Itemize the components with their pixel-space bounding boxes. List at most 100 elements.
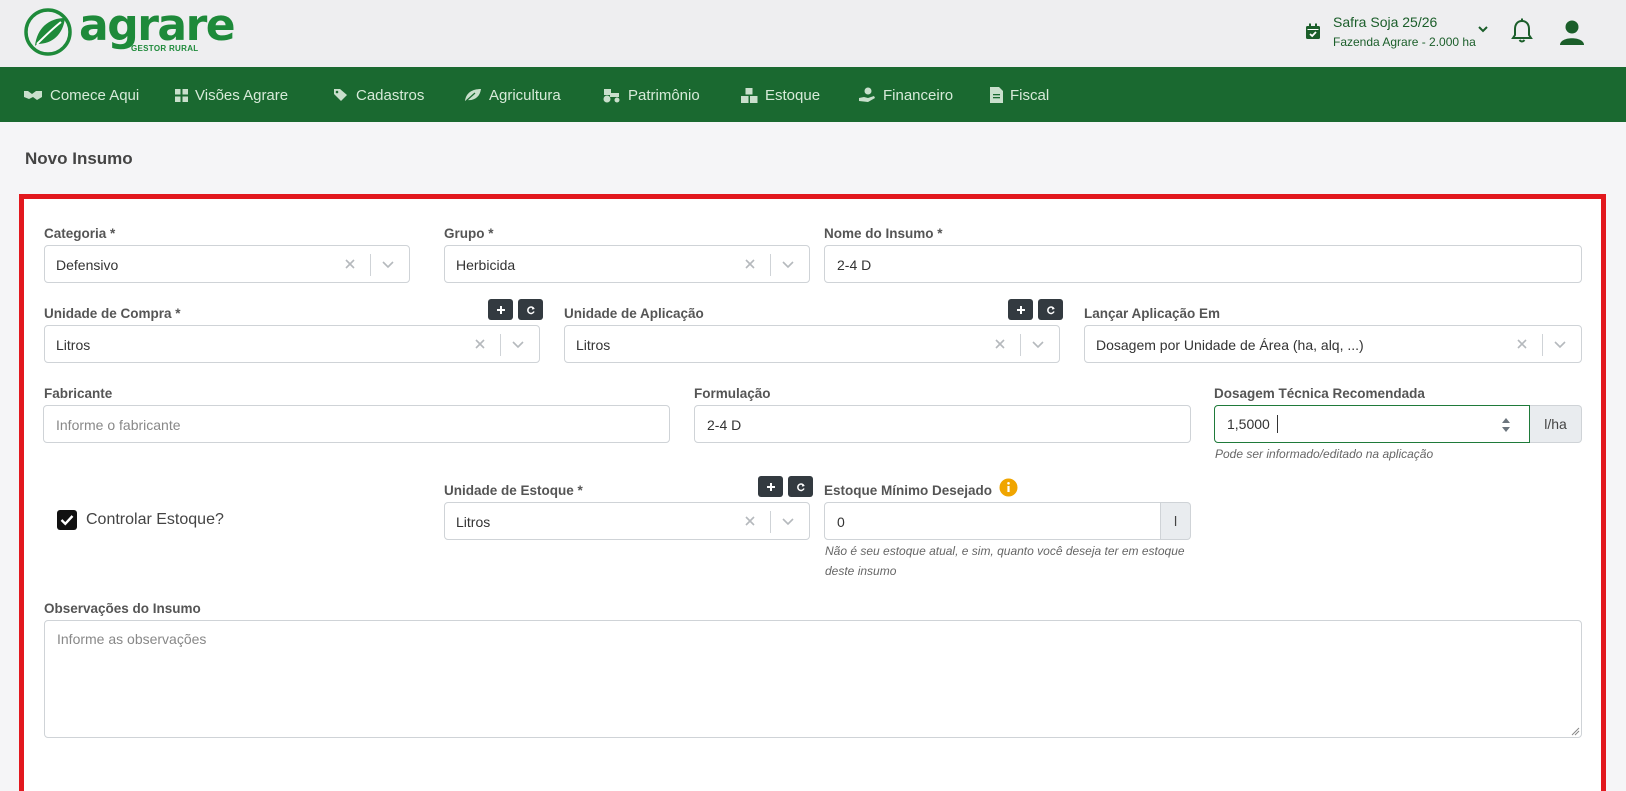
nav-item-comece-aqui[interactable]: Comece Aqui bbox=[23, 85, 139, 105]
select-separator bbox=[770, 254, 771, 276]
fabricante-input[interactable]: Informe o fabricante bbox=[43, 405, 670, 443]
refresh-unidade-compra-button[interactable] bbox=[518, 299, 543, 320]
tags-icon bbox=[334, 89, 347, 101]
fabricante-placeholder: Informe o fabricante bbox=[56, 417, 181, 433]
estoque-minimo-unit: l bbox=[1161, 502, 1191, 540]
plus-icon bbox=[1016, 305, 1025, 314]
unidade-aplicacao-value: Litros bbox=[576, 337, 611, 353]
lancar-aplicacao-label: Lançar Aplicação Em bbox=[1084, 306, 1221, 321]
estoque-minimo-label: Estoque Mínimo Desejado bbox=[824, 483, 993, 498]
select-separator bbox=[500, 334, 501, 356]
page-title: Novo Insumo bbox=[25, 149, 133, 168]
season-title: Safra Soja 25/26 bbox=[1333, 14, 1438, 30]
bell-icon[interactable] bbox=[1510, 18, 1534, 44]
info-icon[interactable] bbox=[999, 478, 1018, 497]
unidade-aplicacao-select[interactable]: Litros bbox=[564, 325, 1060, 363]
observacoes-label: Observações do Insumo bbox=[44, 601, 201, 616]
refresh-icon bbox=[796, 482, 805, 491]
nome-insumo-value: 2-4 D bbox=[837, 257, 872, 273]
refresh-icon bbox=[526, 305, 535, 314]
clear-icon[interactable] bbox=[471, 335, 489, 353]
observacoes-textarea[interactable]: Informe as observações bbox=[44, 620, 1582, 738]
nav-item-label: Comece Aqui bbox=[50, 86, 140, 104]
chevron-down-icon[interactable] bbox=[1029, 335, 1047, 353]
add-unidade-compra-button[interactable] bbox=[488, 299, 513, 320]
unidade-aplicacao-label: Unidade de Aplicação bbox=[564, 306, 704, 321]
nome-insumo-input[interactable]: 2-4 D bbox=[824, 245, 1582, 283]
resize-handle-icon[interactable] bbox=[1570, 726, 1580, 736]
select-separator bbox=[770, 511, 771, 533]
plus-icon bbox=[766, 482, 775, 491]
controlar-estoque-checkbox[interactable] bbox=[57, 510, 77, 530]
unidade-compra-label: Unidade de Compra * bbox=[44, 306, 181, 321]
unidade-estoque-select[interactable]: Litros bbox=[444, 502, 810, 540]
refresh-unidade-estoque-button[interactable] bbox=[788, 476, 813, 497]
categoria-select[interactable]: Defensivo bbox=[44, 245, 410, 283]
dosagem-help-text: Pode ser informado/editado na aplicação bbox=[1215, 447, 1434, 461]
calendar-check-icon bbox=[1306, 23, 1320, 39]
formulacao-input[interactable]: 2-4 D bbox=[694, 405, 1191, 443]
agrare-logo[interactable]: agrare GESTOR RURAL bbox=[23, 0, 236, 58]
formulacao-value: 2-4 D bbox=[707, 417, 742, 433]
categoria-value: Defensivo bbox=[56, 257, 119, 273]
nav-item-fiscal[interactable]: Fiscal bbox=[990, 85, 1049, 105]
hand-coin-icon bbox=[859, 87, 875, 102]
observacoes-placeholder: Informe as observações bbox=[57, 631, 207, 647]
check-icon bbox=[60, 515, 74, 526]
dosagem-unit: l/ha bbox=[1530, 405, 1582, 443]
grupo-value: Herbicida bbox=[456, 257, 516, 273]
grupo-select[interactable]: Herbicida bbox=[444, 245, 810, 283]
nav-item-visoes-agrare[interactable]: Visões Agrare bbox=[175, 85, 288, 105]
number-spinner-icon[interactable] bbox=[1500, 415, 1512, 435]
nav-item-estoque[interactable]: Estoque bbox=[741, 85, 820, 105]
clear-icon[interactable] bbox=[741, 512, 759, 530]
nav-item-label: Visões Agrare bbox=[195, 86, 289, 104]
clear-icon[interactable] bbox=[1513, 335, 1531, 353]
nav-item-patrimonio[interactable]: Patrimônio bbox=[601, 85, 700, 105]
add-unidade-aplicacao-button[interactable] bbox=[1008, 299, 1033, 320]
plus-icon bbox=[496, 305, 505, 314]
chevron-down-icon[interactable] bbox=[779, 255, 797, 273]
unidade-compra-select[interactable]: Litros bbox=[44, 325, 540, 363]
unidade-estoque-label: Unidade de Estoque * bbox=[444, 483, 583, 498]
user-avatar-icon[interactable] bbox=[1558, 18, 1586, 46]
clear-icon[interactable] bbox=[741, 255, 759, 273]
nav-item-label: Patrimônio bbox=[628, 86, 700, 104]
fabricante-label: Fabricante bbox=[44, 386, 113, 401]
grid-icon bbox=[175, 88, 188, 102]
chevron-down-icon[interactable] bbox=[509, 335, 527, 353]
select-separator bbox=[1542, 334, 1543, 356]
season-farm: Fazenda Agrare - 2.000 ha bbox=[1333, 35, 1476, 49]
nav-item-label: Agricultura bbox=[489, 86, 561, 104]
tractor-icon bbox=[603, 89, 620, 103]
lancar-aplicacao-select[interactable]: Dosagem por Unidade de Área (ha, alq, ..… bbox=[1084, 325, 1582, 363]
controlar-estoque-label[interactable]: Controlar Estoque? bbox=[86, 511, 224, 529]
chevron-down-icon[interactable] bbox=[1551, 335, 1569, 353]
clear-icon[interactable] bbox=[991, 335, 1009, 353]
form-panel: Categoria * Defensivo Grupo * Herbicida … bbox=[19, 194, 1606, 791]
estoque-minimo-help-line1: Não é seu estoque atual, e sim, quanto v… bbox=[825, 544, 1185, 558]
dosagem-label: Dosagem Técnica Recomendada bbox=[1214, 386, 1425, 401]
chevron-down-icon[interactable] bbox=[779, 512, 797, 530]
categoria-label: Categoria * bbox=[44, 226, 116, 241]
estoque-minimo-help-line2: deste insumo bbox=[825, 564, 897, 578]
dosagem-input[interactable]: 1,5000 bbox=[1214, 405, 1530, 443]
nav-item-agricultura[interactable]: Agricultura bbox=[464, 85, 561, 105]
dosagem-value: 1,5000 bbox=[1227, 416, 1270, 432]
estoque-minimo-input[interactable]: 0 bbox=[824, 502, 1161, 540]
chevron-down-icon[interactable] bbox=[379, 255, 397, 273]
nav-item-cadastros[interactable]: Cadastros bbox=[333, 85, 424, 105]
chevron-down-icon bbox=[1478, 26, 1488, 33]
leaf-logo-icon bbox=[24, 8, 72, 56]
nav-item-financeiro[interactable]: Financeiro bbox=[858, 85, 953, 105]
boxes-icon bbox=[741, 87, 758, 103]
clear-icon[interactable] bbox=[341, 255, 359, 273]
refresh-icon bbox=[1046, 305, 1055, 314]
refresh-unidade-aplicacao-button[interactable] bbox=[1038, 299, 1063, 320]
formulacao-label: Formulação bbox=[694, 386, 771, 401]
text-cursor bbox=[1277, 415, 1278, 433]
nav-item-label: Fiscal bbox=[1010, 86, 1050, 104]
invoice-icon bbox=[990, 87, 1003, 103]
lancar-aplicacao-value: Dosagem por Unidade de Área (ha, alq, ..… bbox=[1096, 337, 1364, 353]
add-unidade-estoque-button[interactable] bbox=[758, 476, 783, 497]
